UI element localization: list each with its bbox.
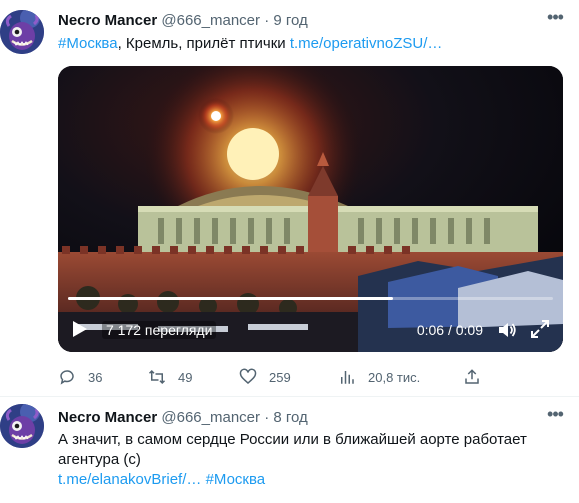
more-icon[interactable]: ••• xyxy=(545,8,565,30)
tweet-2[interactable]: Necro Mancer @666_mancer · 8 год ••• А з… xyxy=(0,397,579,503)
retweet-count: 49 xyxy=(178,369,193,385)
more-icon[interactable]: ••• xyxy=(545,405,565,427)
video-progress-track[interactable] xyxy=(68,297,553,300)
tweet-text: А значит, в самом сердце России или в бл… xyxy=(58,430,563,490)
share-button[interactable] xyxy=(463,366,493,388)
analytics-button[interactable]: 20,8 тис. xyxy=(338,366,420,388)
author-handle[interactable]: @666_mancer xyxy=(161,12,260,29)
avatar[interactable] xyxy=(0,10,44,54)
video-view-count: 7 172 перегляди xyxy=(102,321,217,339)
time-separator: / xyxy=(444,322,456,338)
url-link[interactable]: t.me/operativnoZSU/… xyxy=(290,35,443,52)
hashtag-link[interactable]: #Москва xyxy=(58,35,118,52)
tweet-time[interactable]: 8 год xyxy=(273,409,307,426)
like-count: 259 xyxy=(269,369,291,385)
reply-count: 36 xyxy=(88,369,103,385)
hashtag-link[interactable]: #Москва xyxy=(206,471,266,488)
video-timecode: 0:06 / 0:09 xyxy=(417,322,483,338)
retweet-icon xyxy=(148,369,166,385)
retweet-button[interactable]: 49 xyxy=(148,366,192,388)
expand-icon[interactable] xyxy=(531,320,549,338)
video-progress-fill xyxy=(68,297,393,300)
analytics-count: 20,8 тис. xyxy=(368,369,421,385)
tweet-body: , Кремль, прилёт птички xyxy=(117,35,290,52)
separator-dot: · xyxy=(264,409,270,426)
time-total: 0:09 xyxy=(455,322,483,338)
author-handle[interactable]: @666_mancer xyxy=(161,409,260,426)
author-name[interactable]: Necro Mancer xyxy=(58,409,157,426)
tweet-1[interactable]: Necro Mancer @666_mancer · 9 год ••• #Мо… xyxy=(0,0,579,397)
url-link[interactable]: t.me/elanakovBrief/… xyxy=(58,471,201,488)
avatar[interactable] xyxy=(0,404,44,448)
analytics-icon xyxy=(341,371,354,384)
tweet-header: Necro Mancer @666_mancer · 9 год xyxy=(58,12,308,29)
like-button[interactable]: 259 xyxy=(239,366,291,388)
reply-button[interactable]: 36 xyxy=(58,366,102,388)
video-frame xyxy=(58,66,563,352)
video-player[interactable]: 7 172 перегляди 0:06 / 0:09 xyxy=(58,66,563,352)
share-icon xyxy=(465,369,479,384)
tweet-actions: 36 49 259 20,8 тис. xyxy=(58,366,498,388)
author-name[interactable]: Necro Mancer xyxy=(58,12,157,29)
tweet-header: Necro Mancer @666_mancer · 8 год xyxy=(58,409,308,426)
reply-icon xyxy=(60,370,74,385)
tweet-text: #Москва, Кремль, прилёт птички t.me/oper… xyxy=(58,34,563,54)
time-current: 0:06 xyxy=(416,322,445,338)
volume-icon[interactable] xyxy=(497,320,517,340)
tweet-body: А значит, в самом сердце России или в бл… xyxy=(58,431,527,468)
tweet-time[interactable]: 9 год xyxy=(273,12,307,29)
play-icon[interactable] xyxy=(70,320,88,338)
separator-dot: · xyxy=(264,12,270,29)
like-icon xyxy=(239,368,257,384)
